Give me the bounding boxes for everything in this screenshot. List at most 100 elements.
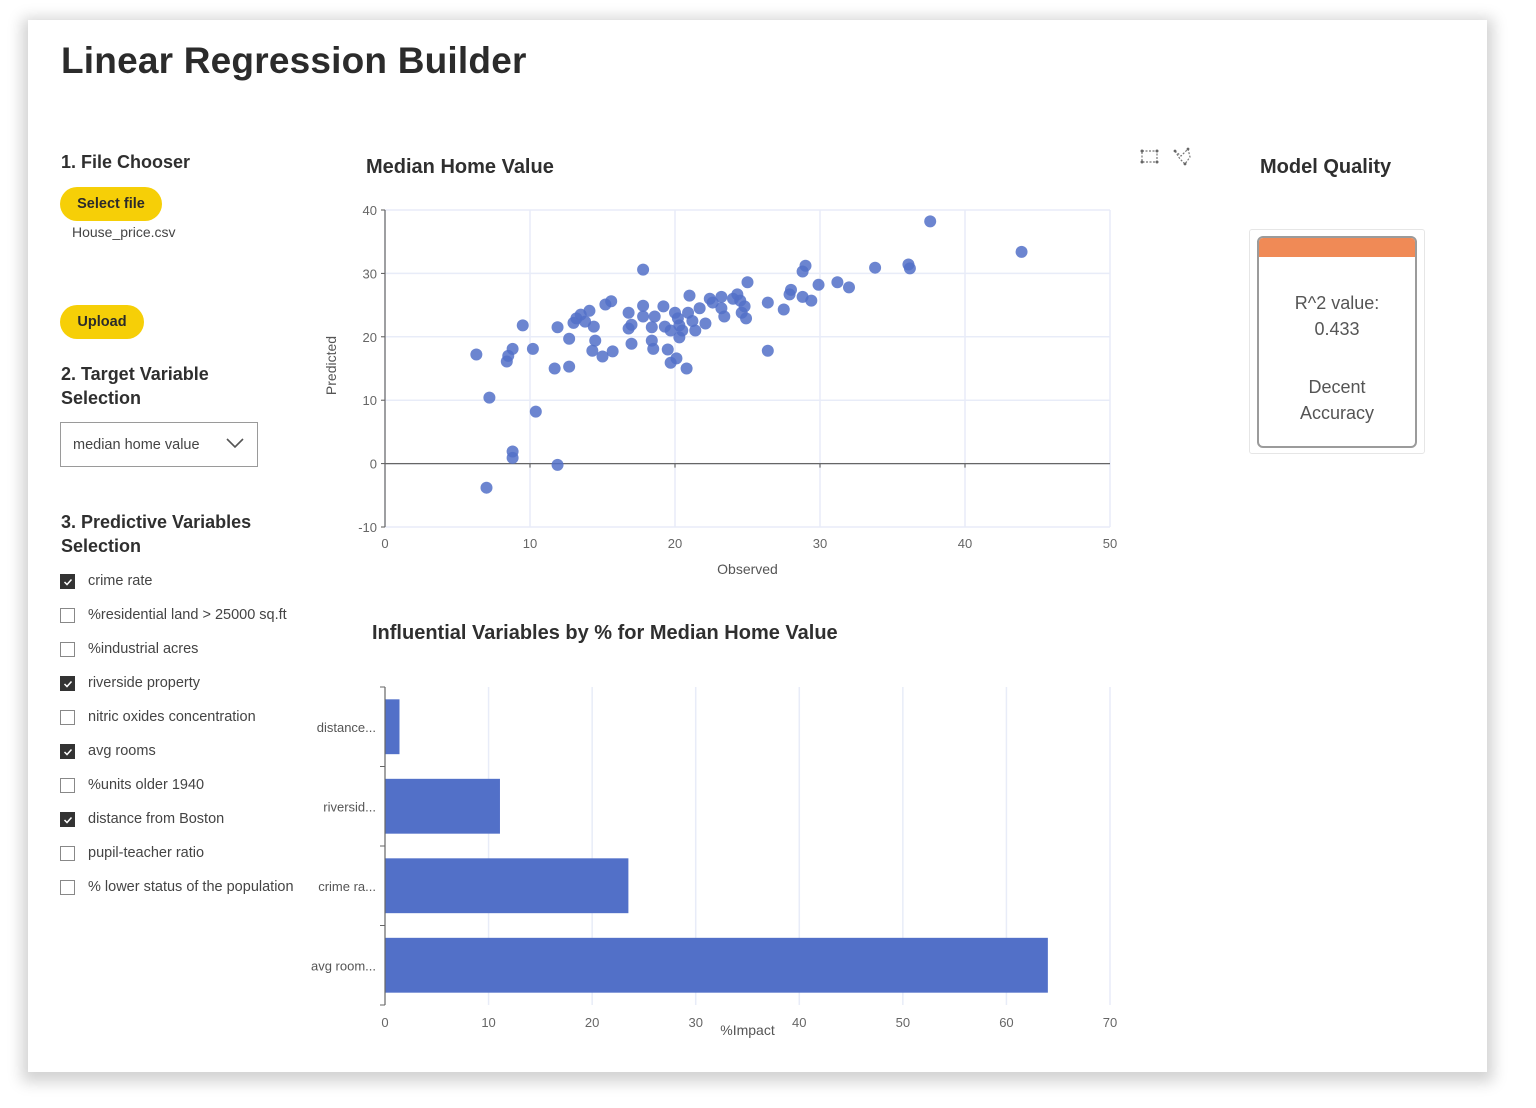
scatter-point[interactable]: [480, 481, 493, 494]
scatter-point[interactable]: [831, 276, 844, 289]
checkbox-unchecked[interactable]: [60, 710, 75, 725]
checkmark-icon: [63, 816, 73, 824]
scatter-point[interactable]: [676, 324, 689, 337]
y-category-label: avg room...: [311, 958, 376, 973]
scatter-point[interactable]: [637, 310, 650, 323]
scatter-point[interactable]: [526, 342, 539, 355]
scatter-point[interactable]: [680, 362, 693, 375]
scatter-point[interactable]: [670, 352, 683, 365]
scatter-point[interactable]: [583, 304, 596, 317]
checkbox-checked[interactable]: [60, 744, 75, 759]
scatter-point[interactable]: [683, 289, 696, 302]
lasso-select-icon[interactable]: [1172, 147, 1194, 167]
scatter-point[interactable]: [645, 321, 658, 334]
checkbox-unchecked[interactable]: [60, 608, 75, 623]
scatter-point[interactable]: [470, 348, 483, 361]
scatter-point[interactable]: [661, 343, 674, 356]
scatter-point[interactable]: [506, 451, 519, 464]
scatter-point[interactable]: [785, 283, 797, 296]
scatter-point[interactable]: [805, 294, 818, 307]
scatter-point[interactable]: [637, 299, 650, 312]
scatter-point[interactable]: [718, 310, 731, 323]
r2-value: 0.433: [1314, 319, 1360, 339]
bar[interactable]: [385, 699, 400, 755]
target-variable-dropdown[interactable]: median home value: [60, 422, 258, 467]
predictor-label: %industrial acres: [88, 641, 199, 657]
scatter-point[interactable]: [596, 350, 609, 363]
scatter-point[interactable]: [529, 405, 542, 418]
scatter-point[interactable]: [563, 332, 576, 345]
scatter-point[interactable]: [741, 276, 754, 289]
x-tick-label: 20: [668, 536, 682, 551]
scatter-point[interactable]: [648, 310, 661, 323]
scatter-point[interactable]: [693, 302, 706, 315]
y-category-label: riversid...: [323, 799, 376, 814]
scatter-point[interactable]: [551, 458, 564, 471]
scatter-point[interactable]: [625, 337, 638, 350]
upload-button[interactable]: Upload: [60, 305, 144, 339]
scatter-point[interactable]: [625, 318, 638, 331]
scatter-point[interactable]: [587, 320, 600, 333]
scatter-point[interactable]: [777, 303, 790, 316]
scatter-point[interactable]: [1015, 245, 1028, 258]
scatter-chart-title: Median Home Value: [366, 156, 554, 178]
predictor-label: distance from Boston: [88, 811, 225, 827]
scatter-point[interactable]: [563, 360, 576, 373]
scatter-point[interactable]: [869, 261, 882, 274]
quality-indicator-bar: [1259, 238, 1415, 257]
scatter-point[interactable]: [657, 300, 670, 313]
y-category-label: crime ra...: [318, 879, 376, 894]
scatter-point[interactable]: [551, 321, 564, 334]
scatter-point[interactable]: [699, 317, 712, 330]
checkbox-unchecked[interactable]: [60, 880, 75, 895]
checkmark-icon: [63, 578, 73, 586]
checkmark-icon: [63, 680, 73, 688]
scatter-point[interactable]: [740, 312, 753, 325]
scatter-point[interactable]: [637, 263, 650, 276]
accuracy-rating-line2: Accuracy: [1299, 403, 1375, 423]
scatter-point[interactable]: [622, 306, 635, 319]
scatter-point[interactable]: [689, 324, 702, 337]
scatter-point[interactable]: [738, 300, 751, 313]
selected-file-name: House_price.csv: [72, 224, 176, 240]
bar[interactable]: [385, 937, 1048, 993]
scatter-point[interactable]: [812, 278, 825, 291]
scatter-plot[interactable]: 0 10 20 30 40 50 -10 0 10 20 30 40 Observed Predict…: [310, 195, 1140, 590]
predictive-variables-heading: 3. Predictive Variables Selection: [61, 510, 251, 558]
box-select-icon[interactable]: [1139, 147, 1161, 167]
scatter-point[interactable]: [605, 295, 618, 308]
heading-line: Selection: [61, 536, 142, 556]
scatter-point[interactable]: [799, 259, 812, 272]
bar[interactable]: [385, 858, 629, 914]
checkbox-unchecked[interactable]: [60, 846, 75, 861]
x-tick-label: 0: [381, 1015, 388, 1030]
file-chooser-heading: 1. File Chooser: [61, 152, 191, 172]
checkbox-checked[interactable]: [60, 574, 75, 589]
scatter-point[interactable]: [589, 334, 602, 347]
select-file-button[interactable]: Select file: [60, 187, 162, 221]
scatter-point[interactable]: [548, 362, 561, 375]
bar[interactable]: [385, 778, 500, 834]
scatter-point[interactable]: [903, 262, 916, 275]
checkbox-unchecked[interactable]: [60, 642, 75, 657]
scatter-point[interactable]: [715, 290, 728, 303]
bar-chart[interactable]: 0 10 20 30 40 50 60 70 distance... riversid... cri…: [290, 675, 1140, 1045]
page-title: Linear Regression Builder: [61, 40, 527, 81]
scatter-point[interactable]: [586, 344, 599, 357]
predictor-label: avg rooms: [88, 743, 156, 759]
scatter-point[interactable]: [483, 391, 496, 404]
scatter-point[interactable]: [761, 344, 774, 357]
scatter-point[interactable]: [506, 342, 519, 355]
checkbox-unchecked[interactable]: [60, 778, 75, 793]
scatter-point[interactable]: [606, 345, 619, 358]
scatter-point[interactable]: [924, 215, 937, 228]
y-tick-label: 30: [363, 266, 377, 281]
scatter-point[interactable]: [761, 296, 774, 309]
scatter-point[interactable]: [516, 319, 529, 332]
checkbox-checked[interactable]: [60, 676, 75, 691]
scatter-point[interactable]: [647, 342, 660, 355]
model-quality-panel: R^2 value: 0.433 Decent Accuracy: [1257, 236, 1417, 448]
scatter-point[interactable]: [843, 281, 855, 294]
checkbox-checked[interactable]: [60, 812, 75, 827]
predictor-label: riverside property: [88, 675, 201, 691]
